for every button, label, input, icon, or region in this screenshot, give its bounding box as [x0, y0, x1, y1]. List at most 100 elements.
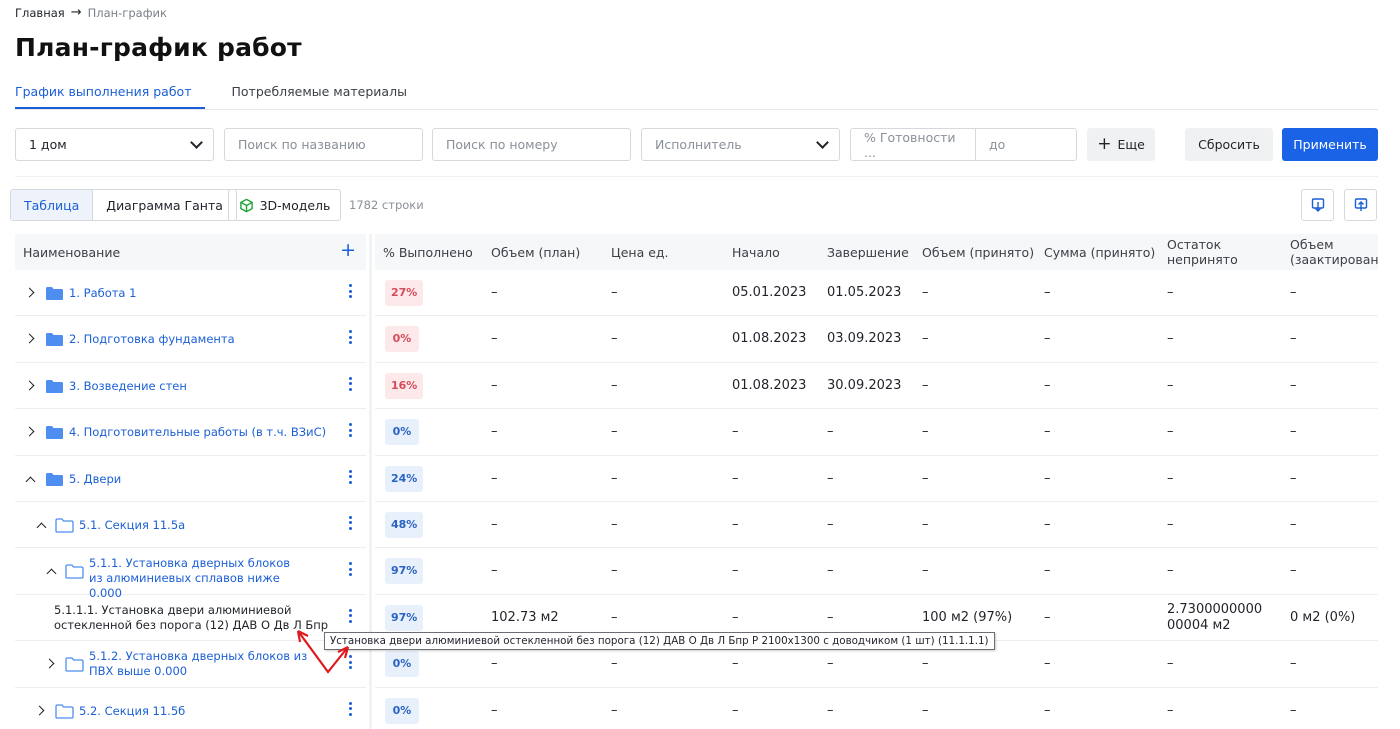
breadcrumb-home-link[interactable]: Главная: [15, 6, 65, 20]
view-table-button[interactable]: Таблица: [11, 190, 94, 220]
row-menu-icon[interactable]: [349, 376, 353, 391]
cell-start: –: [732, 516, 739, 532]
percent-badge: 0%: [385, 697, 419, 724]
collapse-chevron-icon[interactable]: [46, 568, 57, 579]
plus-icon: +: [1097, 134, 1112, 154]
column-header[interactable]: % Выполнено: [383, 234, 473, 270]
breadcrumb: Главная → План-график: [15, 5, 167, 20]
row-menu-icon[interactable]: [349, 469, 353, 484]
expand-chevron-icon[interactable]: [34, 705, 45, 715]
more-filters-button[interactable]: + Еще: [1087, 128, 1155, 161]
cell-sum: –: [1044, 516, 1051, 532]
table-data-columns: % Выполнено Объем (план) Цена ед. Начало…: [375, 234, 1378, 729]
table-row[interactable]: 5.1.1. Установка дверных блоков из алюми…: [15, 548, 366, 600]
column-header[interactable]: Объем (принято): [922, 234, 1034, 270]
table-row[interactable]: 27% – – 05.01.2023 01.05.2023 – – – –: [375, 270, 1378, 317]
readiness-to-placeholder: до: [989, 137, 1006, 152]
expand-chevron-icon[interactable]: [24, 287, 35, 298]
table-row[interactable]: 24% – – – – – – – –: [375, 456, 1378, 502]
table-row[interactable]: 5. Двери: [15, 456, 366, 502]
row-menu-icon[interactable]: [349, 284, 353, 298]
cell-start: –: [732, 563, 739, 579]
search-number-input[interactable]: Поиск по номеру: [432, 128, 631, 161]
table-row[interactable]: 16% – – 01.08.2023 30.09.2023 – – – –: [375, 363, 1378, 410]
column-header[interactable]: Цена ед.: [611, 234, 669, 270]
cell-plan: –: [491, 563, 498, 579]
import-button[interactable]: [1344, 189, 1377, 221]
model-3d-button[interactable]: 3D-модель: [228, 189, 341, 221]
executor-select[interactable]: Исполнитель: [641, 128, 840, 161]
table-row[interactable]: 3. Возведение стен: [15, 363, 366, 410]
import-icon: [1354, 198, 1367, 211]
expand-chevron-icon[interactable]: [24, 426, 35, 437]
reset-button[interactable]: Сбросить: [1185, 128, 1273, 161]
column-header[interactable]: Объем (заактировано): [1290, 234, 1378, 270]
cell-end: –: [827, 702, 834, 718]
add-plus-icon[interactable]: +: [340, 240, 356, 260]
cell-plan: –: [491, 285, 498, 300]
table-row[interactable]: 97% – – – – – – – –: [375, 548, 1378, 595]
breadcrumb-arrow-icon: →: [70, 5, 82, 20]
chevron-down-icon: [816, 136, 829, 149]
percent-cell: 48%: [385, 502, 424, 548]
expand-chevron-icon[interactable]: [24, 380, 35, 391]
row-name[interactable]: 5.2. Секция 11.5б: [79, 704, 185, 719]
tab-materials[interactable]: Потребляемые материалы: [231, 80, 406, 109]
column-header[interactable]: Завершение: [827, 234, 909, 270]
divider: [15, 176, 1378, 177]
row-name[interactable]: 3. Возведение стен: [69, 379, 187, 394]
cell-act: –: [1290, 702, 1297, 718]
expand-chevron-icon[interactable]: [44, 658, 55, 669]
table-row[interactable]: 2. Подготовка фундамента: [15, 316, 366, 363]
row-name[interactable]: 4. Подготовительные работы (в т.ч. ВЗиС): [69, 425, 326, 440]
row-menu-icon[interactable]: [349, 423, 353, 438]
table-row[interactable]: 1. Работа 1: [15, 270, 366, 317]
column-header[interactable]: Сумма (принято): [1044, 234, 1155, 270]
row-menu-icon[interactable]: [349, 515, 353, 530]
cell-rem: –: [1167, 377, 1174, 393]
column-resizer[interactable]: [369, 234, 372, 729]
row-name[interactable]: 5.1.2. Установка дверных блоков из ПВХ в…: [89, 649, 309, 679]
table-row[interactable]: 0% – – – – – – – –: [375, 409, 1378, 456]
cell-plan: –: [491, 377, 498, 393]
table-row[interactable]: 0% – – – – – – – –: [375, 688, 1378, 729]
column-header[interactable]: Начало: [732, 234, 780, 270]
tab-work-schedule[interactable]: График выполнения работ: [15, 80, 206, 109]
readiness-to-input[interactable]: до: [975, 128, 1077, 161]
row-menu-icon[interactable]: [349, 330, 353, 345]
cell-act: –: [1290, 563, 1297, 579]
table-row[interactable]: 5.1. Секция 11.5а: [15, 502, 366, 549]
rows-count: 1782 строки: [349, 198, 424, 212]
cell-end: –: [827, 563, 834, 579]
row-menu-icon[interactable]: [349, 562, 353, 577]
row-menu-icon[interactable]: [349, 701, 353, 716]
cell-start: –: [732, 702, 739, 718]
collapse-chevron-icon[interactable]: [36, 522, 47, 533]
table-row[interactable]: 4. Подготовительные работы (в т.ч. ВЗиС): [15, 409, 366, 456]
readiness-from-input[interactable]: % Готовности ...: [850, 128, 976, 161]
table-row[interactable]: 5.2. Секция 11.5б: [15, 688, 366, 729]
apply-button[interactable]: Применить: [1282, 128, 1378, 161]
view-gantt-button[interactable]: Диаграмма Ганта: [93, 190, 236, 220]
table-header: % Выполнено Объем (план) Цена ед. Начало…: [375, 234, 1378, 270]
search-name-input[interactable]: Поиск по названию: [224, 128, 423, 161]
house-select[interactable]: 1 дом: [15, 128, 214, 161]
table-row[interactable]: 0% – – 01.08.2023 03.09.2023 – – – –: [375, 316, 1378, 363]
row-name[interactable]: 5. Двери: [69, 472, 121, 487]
table-row[interactable]: 48% – – – – – – – –: [375, 502, 1378, 549]
cell-rem: –: [1167, 331, 1174, 347]
cell-rem: –: [1167, 516, 1174, 532]
export-button[interactable]: [1301, 189, 1334, 221]
collapse-chevron-icon[interactable]: [25, 476, 36, 487]
cell-act: –: [1290, 285, 1297, 300]
row-name[interactable]: 5.1.1.1. Установка двери алюминиевой ост…: [54, 603, 329, 633]
row-name[interactable]: 5.1. Секция 11.5а: [79, 518, 185, 533]
cell-rem: –: [1167, 424, 1174, 440]
search-number-placeholder: Поиск по номеру: [446, 137, 558, 152]
expand-chevron-icon[interactable]: [24, 333, 35, 344]
folder-outline-icon: [55, 518, 74, 533]
row-name[interactable]: 2. Подготовка фундамента: [69, 332, 235, 347]
row-name[interactable]: 1. Работа 1: [69, 286, 136, 301]
column-header[interactable]: Объем (план): [491, 234, 580, 270]
column-header[interactable]: Остаток непринято: [1167, 234, 1257, 270]
